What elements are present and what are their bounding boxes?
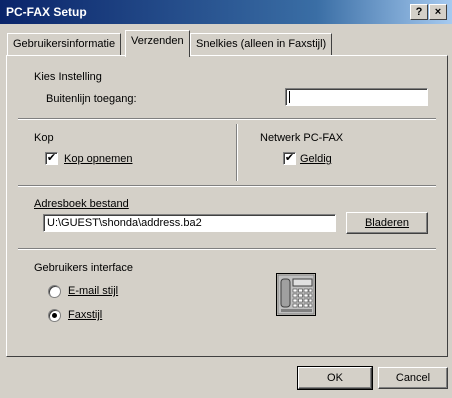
tab-label: Gebruikersinformatie bbox=[13, 38, 116, 50]
help-icon: ? bbox=[415, 6, 423, 18]
faxstijl-label[interactable]: Faxstijl bbox=[68, 309, 102, 321]
cancel-label: Cancel bbox=[395, 372, 431, 384]
kop-opnemen-checkbox[interactable]: ✔ bbox=[45, 152, 58, 165]
geldig-checkbox[interactable]: ✔ bbox=[283, 152, 296, 165]
bladeren-label: Bladeren bbox=[364, 217, 410, 229]
adresboek-label: Adresboek bestand bbox=[34, 198, 129, 210]
separator bbox=[18, 118, 436, 120]
fax-machine-icon bbox=[276, 273, 316, 316]
tab-label: Snelkies (alleen in Faxstijl) bbox=[196, 38, 327, 50]
tab-gebruikersinformatie[interactable]: Gebruikersinformatie bbox=[7, 33, 122, 56]
text-caret bbox=[289, 91, 290, 103]
vertical-separator bbox=[236, 124, 238, 181]
faxstijl-radio[interactable] bbox=[48, 309, 61, 322]
tab-label: Verzenden bbox=[131, 35, 184, 47]
checkmark-icon: ✔ bbox=[284, 152, 295, 164]
window-title: PC-FAX Setup bbox=[6, 5, 87, 19]
geldig-label[interactable]: Geldig bbox=[300, 153, 332, 165]
close-button[interactable]: × bbox=[429, 4, 447, 20]
close-icon: × bbox=[434, 6, 442, 18]
adresboek-path-input[interactable]: U:\GUEST\shonda\address.ba2 bbox=[43, 214, 336, 232]
separator bbox=[18, 248, 436, 250]
kop-opnemen-label[interactable]: Kop opnemen bbox=[64, 153, 133, 165]
ok-label: OK bbox=[327, 372, 343, 384]
ok-button[interactable]: OK bbox=[297, 366, 373, 390]
cancel-button[interactable]: Cancel bbox=[378, 367, 448, 389]
email-stijl-label[interactable]: E-mail stijl bbox=[68, 285, 118, 297]
gebruikers-interface-label: Gebruikers interface bbox=[34, 262, 134, 274]
adresboek-path-value: U:\GUEST\shonda\address.ba2 bbox=[47, 217, 202, 229]
help-button[interactable]: ? bbox=[410, 4, 428, 20]
tab-snelkies[interactable]: Snelkies (alleen in Faxstijl) bbox=[190, 33, 333, 56]
radio-dot-icon bbox=[52, 313, 57, 318]
title-bar[interactable]: PC-FAX Setup ? × bbox=[0, 0, 452, 24]
checkmark-icon: ✔ bbox=[46, 152, 57, 164]
bladeren-button[interactable]: Bladeren bbox=[346, 212, 428, 234]
netwerk-pcfax-label: Netwerk PC-FAX bbox=[260, 132, 344, 144]
pc-fax-setup-dialog: PC-FAX Setup ? × Gebruikersinformatie Ve… bbox=[0, 0, 452, 398]
kies-instelling-label: Kies Instelling bbox=[34, 71, 102, 83]
separator bbox=[18, 185, 436, 187]
buitenlijn-input[interactable] bbox=[285, 88, 428, 106]
kop-label: Kop bbox=[34, 132, 54, 144]
buitenlijn-label: Buitenlijn toegang: bbox=[46, 93, 137, 105]
tab-verzenden[interactable]: Verzenden bbox=[125, 30, 190, 57]
email-stijl-radio[interactable] bbox=[48, 285, 61, 298]
